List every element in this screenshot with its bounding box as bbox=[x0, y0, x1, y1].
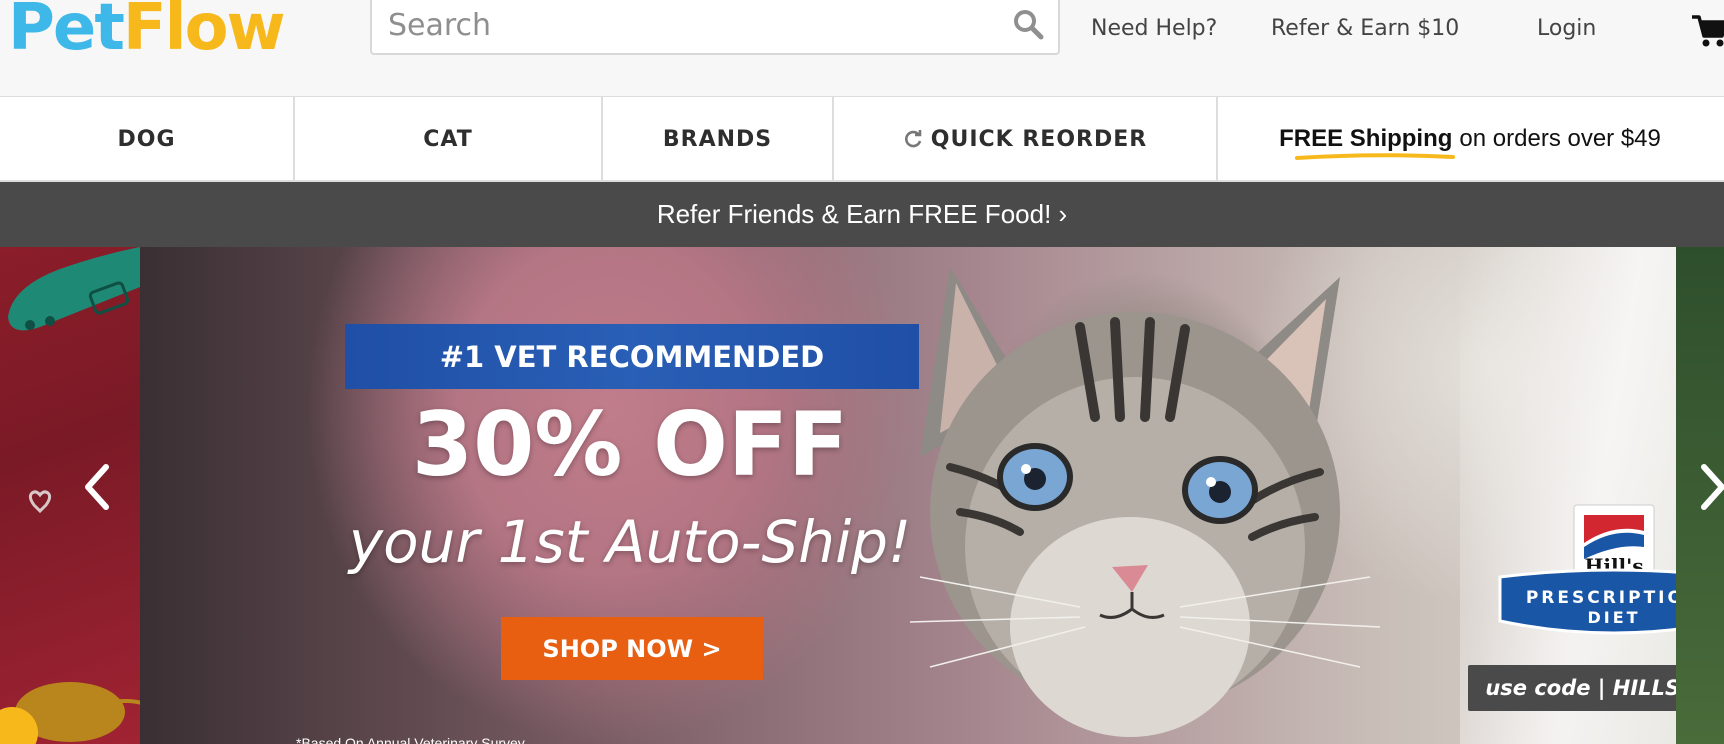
nav-item-quick-reorder[interactable]: QUICK REORDER bbox=[834, 97, 1218, 181]
underline-swoosh bbox=[1295, 153, 1456, 160]
free-shipping-highlight: FREE Shipping bbox=[1279, 125, 1456, 160]
main-nav: DOG CAT BRANDS QUICK REORDER FREE Shippi… bbox=[0, 96, 1724, 182]
hero-headline: 30% OFF bbox=[411, 393, 849, 496]
free-shipping-text: FREE Shipping bbox=[1279, 125, 1453, 152]
hero-carousel: #1 VET RECOMMENDED 30% OFF your 1st Auto… bbox=[0, 247, 1724, 744]
refresh-icon bbox=[904, 130, 922, 148]
free-shipping-notice: FREE Shipping on orders over $49 bbox=[1216, 97, 1724, 181]
nav-item-brands[interactable]: BRANDS bbox=[603, 97, 834, 181]
hero-subheadline: your 1st Auto-Ship! bbox=[348, 508, 912, 576]
cat-photo bbox=[909, 267, 1381, 737]
refer-earn-link[interactable]: Refer & Earn $10 bbox=[1271, 16, 1459, 41]
free-shipping-condition: on orders over $49 bbox=[1459, 125, 1661, 152]
site-header: PetFlow Need Help? Refer & Earn $10 Logi… bbox=[0, 0, 1724, 96]
petflow-logo[interactable]: PetFlow bbox=[8, 0, 286, 68]
cart-icon[interactable] bbox=[1692, 14, 1724, 48]
logo-part-pet: Pet bbox=[8, 0, 125, 65]
chevron-left-icon[interactable] bbox=[76, 459, 116, 515]
collar-illustration bbox=[8, 247, 162, 742]
nav-item-cat[interactable]: CAT bbox=[295, 97, 603, 181]
refer-banner-text: Refer Friends & Earn FREE Food! › bbox=[656, 199, 1068, 229]
logo-part-flow: Flow bbox=[122, 0, 286, 65]
search-icon[interactable] bbox=[1012, 8, 1044, 40]
nav-label-brands: BRANDS bbox=[662, 126, 773, 152]
previous-slide-peek[interactable] bbox=[0, 247, 162, 744]
need-help-link[interactable]: Need Help? bbox=[1091, 16, 1217, 41]
diet-text: DIET bbox=[1587, 608, 1640, 627]
chevron-right-icon[interactable] bbox=[1694, 459, 1724, 515]
search-box bbox=[370, 0, 1060, 55]
main-slide[interactable]: #1 VET RECOMMENDED 30% OFF your 1st Auto… bbox=[140, 247, 1724, 744]
survey-disclaimer: *Based On Annual Veterinary Survey bbox=[296, 735, 525, 744]
refer-friends-banner[interactable]: Refer Friends & Earn FREE Food! › bbox=[0, 182, 1724, 247]
nav-item-dog[interactable]: DOG bbox=[0, 97, 295, 181]
vet-recommended-badge: #1 VET RECOMMENDED bbox=[345, 324, 919, 389]
login-link[interactable]: Login bbox=[1537, 16, 1596, 41]
nav-label-dog: DOG bbox=[117, 126, 176, 152]
vet-badge-text: #1 VET RECOMMENDED bbox=[439, 339, 825, 374]
nav-label-quick-reorder: QUICK REORDER bbox=[930, 126, 1148, 152]
nav-label-cat: CAT bbox=[423, 126, 473, 152]
search-input[interactable] bbox=[386, 4, 990, 46]
shop-now-button[interactable]: SHOP NOW > bbox=[501, 617, 763, 680]
